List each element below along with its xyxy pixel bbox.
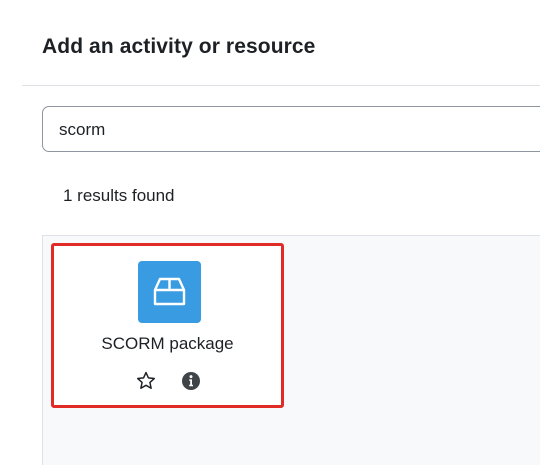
info-icon[interactable] xyxy=(181,371,201,391)
activity-card-scorm-package[interactable]: SCORM package xyxy=(51,243,284,408)
search-input[interactable]: scorm xyxy=(42,106,540,152)
dialog-title: Add an activity or resource xyxy=(42,35,316,58)
activity-icon-tile[interactable] xyxy=(138,261,201,323)
star-icon[interactable] xyxy=(135,370,157,392)
results-count: 1 results found xyxy=(63,186,175,205)
box-icon xyxy=(153,277,186,306)
dialog-header: Add an activity or resource xyxy=(22,0,540,86)
activity-name[interactable]: SCORM package xyxy=(54,334,281,354)
search-input-value: scorm xyxy=(59,120,106,139)
add-activity-dialog: Add an activity or resource scorm 1 resu… xyxy=(22,0,540,465)
